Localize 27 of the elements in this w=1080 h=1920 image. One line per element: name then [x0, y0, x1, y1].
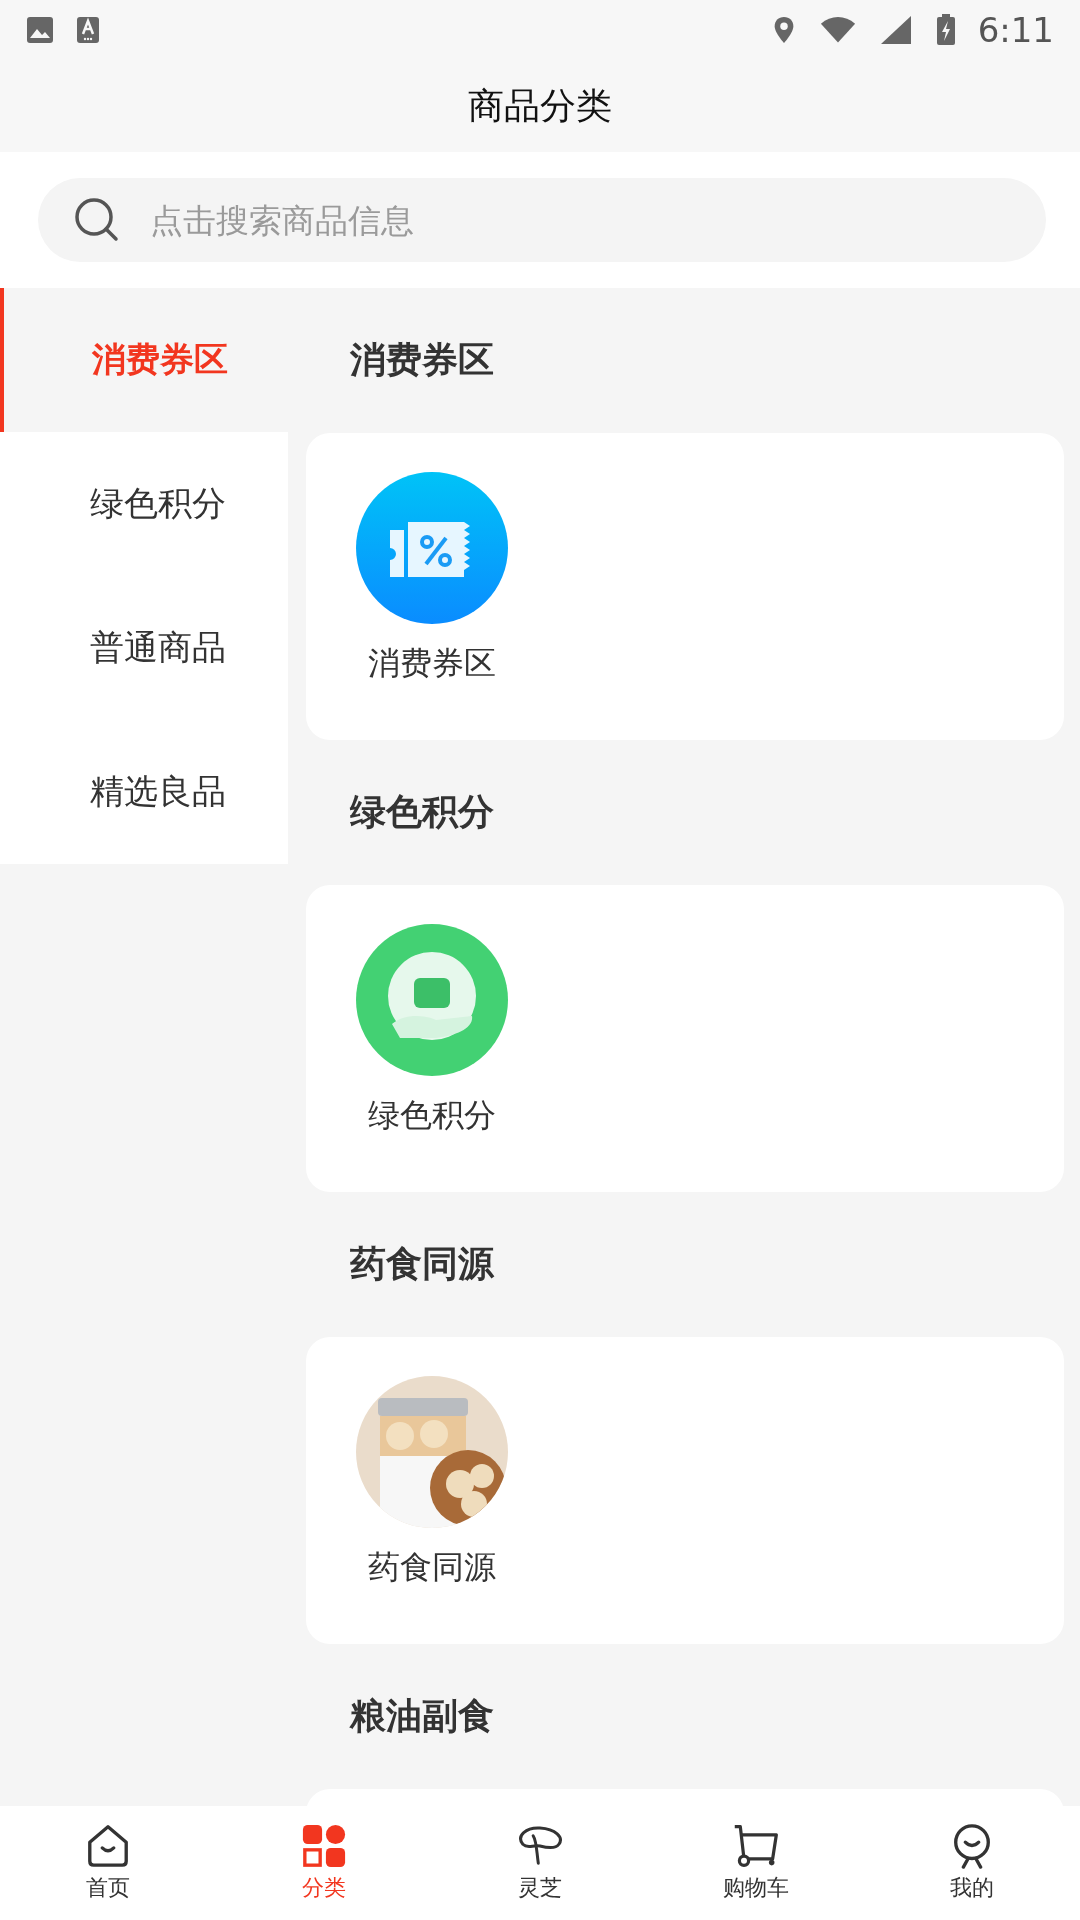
- coin-hand-icon[interactable]: [356, 924, 508, 1076]
- section-title: 药食同源: [350, 1242, 494, 1286]
- tab-item[interactable]: 我的: [864, 1806, 1080, 1920]
- page-title: 商品分类: [468, 83, 612, 128]
- status-time: 6:11: [977, 10, 1054, 50]
- sidebar-item[interactable]: 绿色积分: [0, 432, 288, 576]
- category-label[interactable]: 药食同源: [368, 1546, 496, 1590]
- sidebar-item[interactable]: 精选良品: [0, 720, 288, 864]
- cart-icon: [732, 1823, 780, 1869]
- sidebar-item[interactable]: 普通商品: [0, 576, 288, 720]
- tab-item[interactable]: 购物车: [648, 1806, 864, 1920]
- search-field[interactable]: 点击搜索商品信息: [38, 178, 1046, 262]
- search-icon: [74, 197, 120, 243]
- tab-item[interactable]: 首页: [0, 1806, 216, 1920]
- image-icon: [26, 16, 54, 44]
- section-title: 消费券区: [350, 338, 494, 382]
- section-title: 粮油副食: [350, 1694, 494, 1738]
- tab-item[interactable]: 分类: [216, 1806, 432, 1920]
- category-label[interactable]: 消费券区: [368, 642, 496, 686]
- battery-icon: [935, 14, 956, 46]
- grid-icon: [300, 1823, 348, 1869]
- wifi-icon: [819, 15, 856, 45]
- category-label[interactable]: 绿色积分: [368, 1094, 496, 1138]
- tab-item[interactable]: 灵芝: [432, 1806, 648, 1920]
- section-title: 绿色积分: [350, 790, 494, 834]
- coupon-icon[interactable]: [356, 472, 508, 624]
- keyboard-icon: [76, 16, 100, 44]
